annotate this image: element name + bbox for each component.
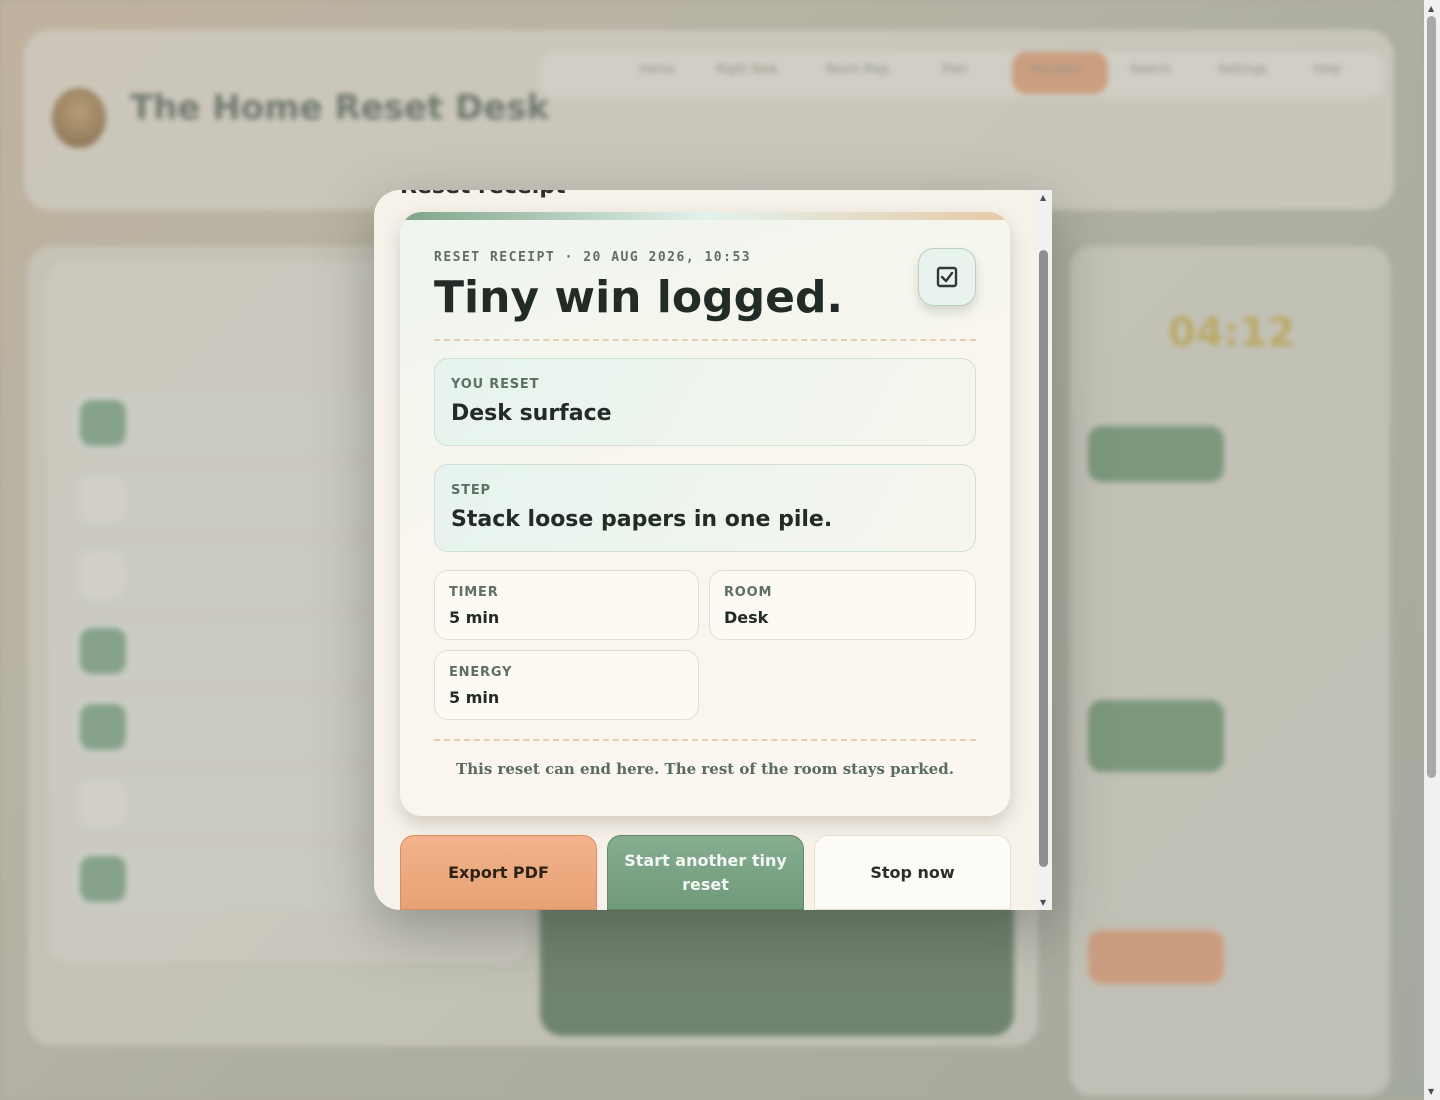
room-box: ROOM Desk xyxy=(709,570,976,640)
modal-scrollbar[interactable]: ▲ ▼ xyxy=(1036,190,1052,910)
divider xyxy=(434,339,976,341)
scroll-up-icon[interactable]: ▲ xyxy=(1040,193,1046,202)
receipt-note: This reset can end here. The rest of the… xyxy=(456,760,954,778)
scrollbar-thumb[interactable] xyxy=(1039,250,1048,867)
step-value: Stack loose papers in one pile. xyxy=(451,507,833,532)
receipt-title: Tiny win logged. xyxy=(434,272,844,323)
timer-value: 5 min xyxy=(449,608,500,627)
stop-now-button[interactable]: Stop now xyxy=(814,835,1011,910)
room-value: Desk xyxy=(724,608,769,627)
you-reset-label: YOU RESET xyxy=(451,377,540,392)
receipt-card: RESET RECEIPT · 20 AUG 2026, 10:53 Tiny … xyxy=(400,212,1010,816)
you-reset-box: YOU RESET Desk surface xyxy=(434,358,976,446)
receipt-meta: RESET RECEIPT · 20 AUG 2026, 10:53 xyxy=(434,250,752,265)
scrollbar-thumb[interactable] xyxy=(1427,16,1436,778)
scroll-down-icon[interactable]: ▼ xyxy=(1428,1087,1434,1096)
timer-box: TIMER 5 min xyxy=(434,570,699,640)
page-scrollbar[interactable]: ▲ ▼ xyxy=(1424,0,1440,1100)
energy-value: 5 min xyxy=(449,688,500,707)
divider xyxy=(434,739,976,741)
step-box: STEP Stack loose papers in one pile. xyxy=(434,464,976,552)
receipt-accent-bar xyxy=(400,212,1010,220)
modal-heading: Reset receipt xyxy=(400,190,566,199)
timer-label: TIMER xyxy=(449,585,499,600)
room-label: ROOM xyxy=(724,585,773,600)
start-another-reset-button[interactable]: Start another tiny reset xyxy=(607,835,804,910)
step-label: STEP xyxy=(451,483,491,498)
checkbox-icon xyxy=(918,248,976,306)
scroll-down-icon[interactable]: ▼ xyxy=(1040,898,1046,907)
export-pdf-button[interactable]: Export PDF xyxy=(400,835,597,910)
energy-label: ENERGY xyxy=(449,665,513,680)
you-reset-value: Desk surface xyxy=(451,401,612,426)
receipt-modal: Reset receipt RESET RECEIPT · 20 AUG 202… xyxy=(374,190,1052,910)
energy-box: ENERGY 5 min xyxy=(434,650,699,720)
scroll-up-icon[interactable]: ▲ xyxy=(1428,4,1434,13)
